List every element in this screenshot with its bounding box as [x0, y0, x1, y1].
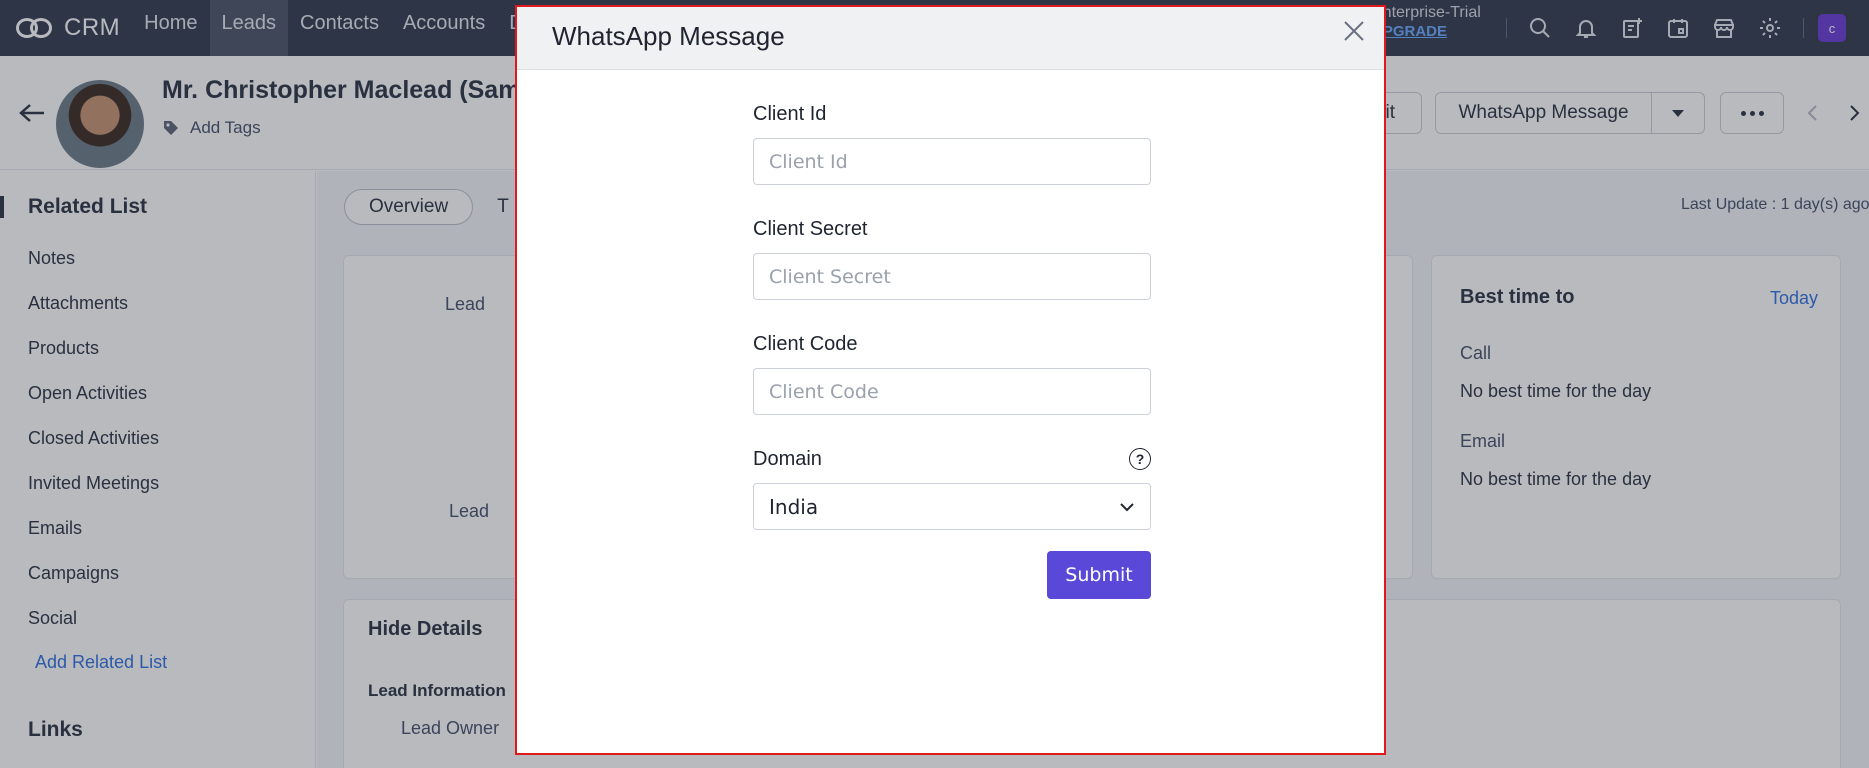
domain-select[interactable]: India	[753, 483, 1151, 530]
client-id-label: Client Id	[753, 103, 827, 125]
domain-label: Domain	[753, 448, 822, 470]
submit-button[interactable]: Submit	[1047, 551, 1151, 599]
client-id-input[interactable]	[753, 138, 1151, 185]
dialog-header: WhatsApp Message	[517, 7, 1384, 70]
client-secret-label: Client Secret	[753, 218, 868, 240]
domain-selected-value: India	[769, 494, 819, 519]
dialog-title: WhatsApp Message	[552, 21, 785, 51]
close-icon[interactable]	[1340, 17, 1368, 45]
client-code-label: Client Code	[753, 333, 858, 355]
client-code-input[interactable]	[753, 368, 1151, 415]
client-secret-input[interactable]	[753, 253, 1151, 300]
chevron-down-icon	[1120, 502, 1134, 511]
help-icon[interactable]: ?	[1129, 448, 1151, 470]
whatsapp-message-dialog: WhatsApp Message Client Id Client Secret…	[515, 5, 1386, 755]
